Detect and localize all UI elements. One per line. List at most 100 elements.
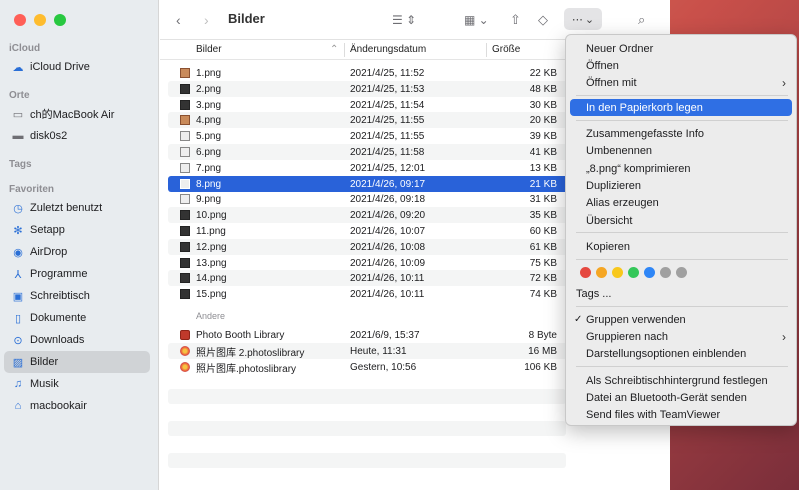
back-button[interactable]: ‹ [176,10,181,30]
file-date: 2021/4/25, 11:53 [350,83,425,95]
sidebar: iCloud ☁ iCloud Drive Orte ▭ ch的MacBook … [0,0,159,490]
file-date: 2021/4/25, 11:52 [350,67,425,79]
sidebar-item-icloud-drive[interactable]: ☁ iCloud Drive [4,56,150,78]
empty-row [168,389,566,404]
home-icon: ⌂ [14,400,22,412]
view-list-button[interactable]: ☰ ⇕ [392,10,416,30]
file-name: 10.png [196,209,227,221]
file-name: 14.png [196,272,227,284]
sidebar-item-musik[interactable]: ♫ Musik [4,373,150,395]
search-button[interactable]: ⌕ [638,10,645,30]
column-divider [486,43,487,57]
sidebar-item-label: AirDrop [30,246,68,258]
file-size: 31 KB [529,193,557,205]
laptop-icon: ▭ [12,108,24,121]
tag-gray[interactable] [660,267,671,278]
tag-orange[interactable] [596,267,607,278]
column-name[interactable]: Bilder [196,44,222,55]
menu-separator [576,366,788,367]
png-file-icon [180,179,190,189]
tag-yellow[interactable] [612,267,623,278]
menu-item-teamviewer[interactable]: Send files with TeamViewer [570,406,792,423]
menu-item-open[interactable]: Öffnen [570,57,792,74]
desktop-icon: ▣ [12,290,24,303]
sidebar-item-dokumente[interactable]: ▯ Dokumente [4,307,150,329]
file-size: 61 KB [529,241,557,253]
file-date: 2021/4/26, 10:11 [350,272,425,284]
menu-item-rename[interactable]: Umbenennen [570,142,792,159]
menu-item-label: Öffnen mit [586,76,637,89]
forward-button[interactable]: › [204,10,209,30]
sidebar-item-schreibtisch[interactable]: ▣ Schreibtisch [4,285,150,307]
photo-booth-icon [180,330,190,340]
file-size: 8 Byte [528,329,557,341]
menu-item-compress[interactable]: „8.png“ komprimieren [570,160,792,177]
sidebar-item-airdrop[interactable]: ◉ AirDrop [4,241,150,263]
png-file-icon [180,163,190,173]
sidebar-section-favoriten: Favoriten [9,184,55,195]
file-name: 15.png [196,288,227,300]
chevron-left-icon: ‹ [176,12,181,28]
sidebar-item-label: Dokumente [30,312,87,324]
share-button[interactable]: ⇧ [510,10,521,30]
menu-item-copy[interactable]: Kopieren [570,238,792,255]
menu-item-make-alias[interactable]: Alias erzeugen [570,194,792,211]
menu-item-tags[interactable]: Tags ... [570,285,792,302]
menu-item-bluetooth-send[interactable]: Datei an Bluetooth-Gerät senden [570,389,792,406]
group-button[interactable]: ▦ ⌄ [464,10,489,30]
file-name: 11.png [196,225,226,237]
file-date: 2021/4/25, 11:54 [350,99,425,111]
sidebar-item-disk[interactable]: ▬ disk0s2 [4,125,150,147]
tag-button[interactable]: ◇ [538,10,548,30]
zoom-button[interactable] [54,14,66,26]
sidebar-item-bilder[interactable]: ▨ Bilder [4,351,150,373]
tag-green[interactable] [628,267,639,278]
sidebar-item-label: Setapp [30,224,65,236]
menu-item-duplicate[interactable]: Duplizieren [570,177,792,194]
menu-item-quick-look[interactable]: Übersicht [570,212,792,229]
file-size: 106 KB [524,361,557,373]
menu-item-move-to-trash[interactable]: In den Papierkorb legen [570,99,792,116]
file-size: 30 KB [529,99,557,111]
sidebar-item-recents[interactable]: ◷ Zuletzt benutzt [4,197,150,219]
file-size: 21 KB [529,178,557,190]
tag-blue[interactable] [644,267,655,278]
sidebar-item-label: macbookair [30,400,87,412]
sidebar-item-programme[interactable]: ⅄ Programme [4,263,150,285]
tag-red[interactable] [580,267,591,278]
menu-item-get-info[interactable]: Zusammengefasste Info [570,125,792,142]
menu-item-set-desktop-picture[interactable]: Als Schreibtischhintergrund festlegen [570,372,792,389]
chevron-right-icon: › [204,12,209,28]
sidebar-item-macbook[interactable]: ▭ ch的MacBook Air [4,103,150,125]
file-size: 75 KB [529,257,557,269]
sidebar-item-setapp[interactable]: ✻ Setapp [4,219,150,241]
menu-item-new-folder[interactable]: Neuer Ordner [570,40,792,57]
file-size: 16 MB [528,345,557,357]
menu-item-show-view-options[interactable]: Darstellungsoptionen einblenden [570,345,792,362]
menu-item-use-groups[interactable]: ✓ Gruppen verwenden [570,311,792,328]
menu-item-group-by[interactable]: Gruppieren nach › [570,328,792,345]
file-date: 2021/4/26, 10:08 [350,241,426,253]
column-date[interactable]: Änderungsdatum [350,44,426,55]
tag-icon: ◇ [538,12,548,27]
action-menu-button[interactable]: ⋯ ⌄ [564,8,602,30]
sidebar-item-downloads[interactable]: ⊙ Downloads [4,329,150,351]
menu-separator [576,95,788,96]
file-size: 22 KB [529,67,557,79]
tag-gray-2[interactable] [676,267,687,278]
menu-separator [576,120,788,121]
png-file-icon [180,131,190,141]
tag-color-row [580,267,687,278]
file-name: 2.png [196,83,222,95]
png-file-icon [180,194,190,204]
menu-item-open-with[interactable]: Öffnen mit › [570,74,792,91]
menu-separator [576,259,788,260]
minimize-button[interactable] [34,14,46,26]
sort-chevron-icon: ⌃ [330,44,339,55]
close-button[interactable] [14,14,26,26]
sidebar-item-home[interactable]: ⌂ macbookair [4,395,150,417]
column-size[interactable]: Größe [492,44,520,55]
file-date: 2021/4/26, 10:09 [350,257,426,269]
file-name: 3.png [196,99,222,111]
chevron-down-icon: ⌄ [584,13,595,26]
